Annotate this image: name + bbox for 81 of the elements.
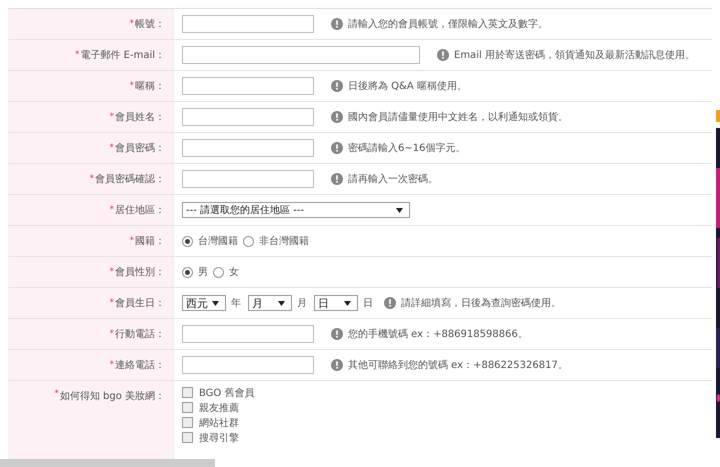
field-label: 暱稱： — [135, 80, 165, 93]
hint-text: 請再輸入一次密碼。 — [348, 172, 438, 186]
info-icon — [437, 49, 449, 61]
required-mark: * — [74, 50, 80, 60]
checkbox[interactable] — [182, 387, 193, 398]
info-icon — [384, 297, 396, 309]
hint-text: 密碼請輸入6~16個字元。 — [348, 142, 466, 155]
text-field[interactable] — [182, 170, 314, 188]
hint-text: 其他可聯絡到您的號碼 ex：+886225326817。 — [348, 358, 568, 372]
info-icon — [331, 359, 343, 371]
field-label: 如何得知 bgo 美妝網： — [60, 390, 165, 403]
info-icon — [331, 80, 343, 92]
hint-text: 日後將為 Q&A 暱稱使用。 — [348, 80, 467, 93]
info-icon — [331, 111, 343, 123]
info-icon — [331, 173, 343, 185]
info-icon — [331, 18, 343, 30]
required-mark: * — [130, 236, 134, 246]
field-label: 居住地區： — [115, 204, 165, 217]
radio-button[interactable] — [213, 266, 224, 278]
region-dropdown[interactable]: --- 請選取您的居住地區 --- — [182, 202, 410, 218]
text-field[interactable] — [182, 108, 314, 126]
field-label: 會員密碼： — [115, 142, 165, 155]
field-label: 會員姓名： — [115, 110, 165, 124]
required-mark: * — [110, 112, 114, 122]
field-label: 會員密碼確認： — [95, 172, 165, 186]
radio-button[interactable] — [182, 236, 193, 246]
required-mark: * — [54, 389, 59, 399]
caret-icon — [212, 300, 219, 306]
field-label: 電子郵件 E-mail： — [80, 48, 165, 62]
date-unit: 月 — [297, 297, 307, 310]
hint-text: 國內會員請儘量使用中文姓名，以利通知或領貨。 — [348, 110, 568, 124]
hint-text: Email 用於寄送密碼，領貨通知及最新活動訊息使用。 — [454, 48, 695, 62]
required-mark: * — [110, 360, 114, 370]
date-dropdown[interactable]: 月 — [248, 295, 292, 311]
text-field[interactable] — [182, 15, 314, 33]
info-icon — [331, 328, 343, 340]
date-unit: 日 — [363, 297, 373, 310]
option-label: 網站社群 — [199, 416, 239, 430]
field-label: 國籍： — [135, 235, 165, 248]
text-field[interactable] — [182, 325, 314, 343]
required-mark: * — [110, 205, 114, 215]
field-label: 帳號： — [135, 18, 165, 31]
required-mark: * — [130, 81, 134, 91]
caret-icon — [396, 208, 403, 212]
hint-text: 請詳細填寫，日後為查詢密碼使用。 — [401, 296, 561, 310]
text-field[interactable] — [182, 139, 314, 157]
checkbox[interactable] — [182, 402, 193, 413]
radio-button[interactable] — [182, 266, 193, 278]
text-field[interactable] — [182, 356, 314, 374]
option-label: 男 — [198, 266, 208, 279]
date-dropdown[interactable]: 日 — [314, 295, 358, 311]
text-field[interactable] — [182, 46, 420, 64]
field-label: 會員性別： — [115, 266, 165, 279]
text-field[interactable] — [182, 77, 314, 95]
option-label: 台灣國籍 — [198, 234, 238, 248]
option-label: 搜尋引擎 — [199, 432, 239, 444]
hint-text: 您的手機號碼 ex：+886918598866。 — [348, 328, 528, 341]
date-dropdown[interactable]: 西元 — [182, 295, 226, 311]
required-mark: * — [130, 19, 134, 29]
option-label: BGO 舊會員 — [199, 386, 254, 400]
required-mark: * — [90, 174, 94, 184]
required-mark: * — [110, 143, 114, 153]
field-label: 行動電話： — [115, 328, 165, 341]
field-label: 連絡電話： — [115, 358, 165, 372]
info-icon — [331, 142, 343, 154]
required-mark: * — [110, 267, 114, 277]
date-unit: 年 — [231, 297, 241, 310]
checkbox[interactable] — [182, 432, 193, 443]
side-tab[interactable] — [716, 110, 720, 122]
option-label: 非台灣國籍 — [259, 234, 309, 248]
hint-text: 請輸入您的會員帳號，僅限輸入英文及數字。 — [348, 18, 548, 31]
caret-icon — [278, 300, 285, 306]
option-label: 女 — [229, 266, 239, 279]
option-label: 親友推薦 — [199, 402, 239, 414]
radio-button[interactable] — [243, 236, 254, 246]
scrollbar[interactable] — [0, 459, 215, 467]
checkbox[interactable] — [182, 417, 193, 428]
required-mark: * — [110, 329, 114, 339]
field-label: 會員生日： — [115, 296, 165, 310]
caret-icon — [344, 300, 351, 306]
required-mark: * — [110, 298, 114, 308]
